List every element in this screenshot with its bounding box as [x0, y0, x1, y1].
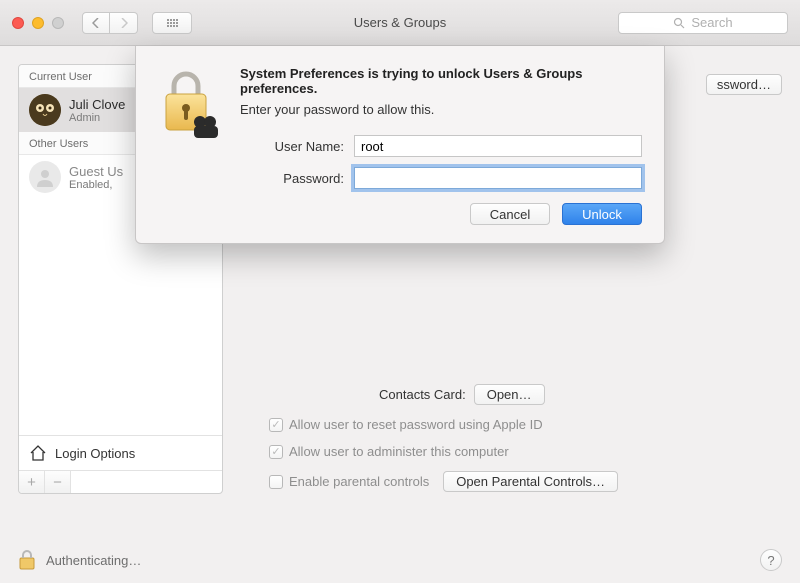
- help-button[interactable]: ?: [760, 549, 782, 571]
- search-placeholder: Search: [691, 15, 732, 30]
- username-label: User Name:: [240, 139, 344, 154]
- checkbox-icon: [269, 445, 283, 459]
- nav-buttons: [82, 12, 138, 34]
- checkbox-icon: [269, 475, 283, 489]
- unlock-button[interactable]: Unlock: [562, 203, 642, 225]
- open-parental-controls-button[interactable]: Open Parental Controls…: [443, 471, 618, 492]
- titlebar: Users & Groups Search: [0, 0, 800, 46]
- add-user-button[interactable]: +: [19, 471, 45, 493]
- lock-icon[interactable]: [18, 549, 36, 571]
- user-role-label: Admin: [69, 112, 125, 124]
- parental-label: Enable parental controls: [289, 474, 429, 489]
- checkbox-icon: [269, 418, 283, 432]
- allow-admin-checkbox[interactable]: Allow user to administer this computer: [269, 444, 509, 459]
- show-all-button[interactable]: [152, 12, 192, 34]
- footer-status: Authenticating…: [46, 553, 141, 568]
- password-input[interactable]: [354, 167, 642, 189]
- parental-controls-checkbox[interactable]: Enable parental controls: [269, 474, 429, 489]
- minimize-window-icon[interactable]: [32, 17, 44, 29]
- house-icon: [29, 444, 47, 462]
- login-options-label: Login Options: [55, 446, 135, 461]
- window-controls: [12, 17, 64, 29]
- username-input[interactable]: [354, 135, 642, 157]
- open-contacts-button[interactable]: Open…: [474, 384, 545, 405]
- lock-large-icon: [154, 66, 224, 225]
- cancel-button[interactable]: Cancel: [470, 203, 550, 225]
- remove-user-button[interactable]: −: [45, 471, 71, 493]
- allow-reset-checkbox[interactable]: Allow user to reset password using Apple…: [269, 417, 543, 432]
- back-button[interactable]: [82, 12, 110, 34]
- search-icon: [673, 17, 685, 29]
- close-window-icon[interactable]: [12, 17, 24, 29]
- login-options-button[interactable]: Login Options: [19, 435, 222, 470]
- forward-button[interactable]: [110, 12, 138, 34]
- guest-sub-label: Enabled,: [69, 179, 123, 191]
- guest-avatar-icon: [29, 161, 61, 193]
- change-password-button[interactable]: ssword…: [706, 74, 782, 95]
- dialog-title: System Preferences is trying to unlock U…: [240, 66, 642, 96]
- user-avatar: [29, 94, 61, 126]
- user-name-label: Juli Clove: [69, 97, 125, 112]
- add-remove-row: + −: [19, 470, 222, 493]
- password-label: Password:: [240, 171, 344, 186]
- zoom-window-icon: [52, 17, 64, 29]
- search-input[interactable]: Search: [618, 12, 788, 34]
- guest-name-label: Guest Us: [69, 164, 123, 179]
- grid-icon: [167, 19, 178, 27]
- contacts-card-label: Contacts Card:: [379, 387, 466, 402]
- footer: Authenticating… ?: [18, 549, 782, 571]
- dialog-subtitle: Enter your password to allow this.: [240, 102, 642, 117]
- auth-dialog: System Preferences is trying to unlock U…: [135, 46, 665, 244]
- allow-reset-label: Allow user to reset password using Apple…: [289, 417, 543, 432]
- allow-admin-label: Allow user to administer this computer: [289, 444, 509, 459]
